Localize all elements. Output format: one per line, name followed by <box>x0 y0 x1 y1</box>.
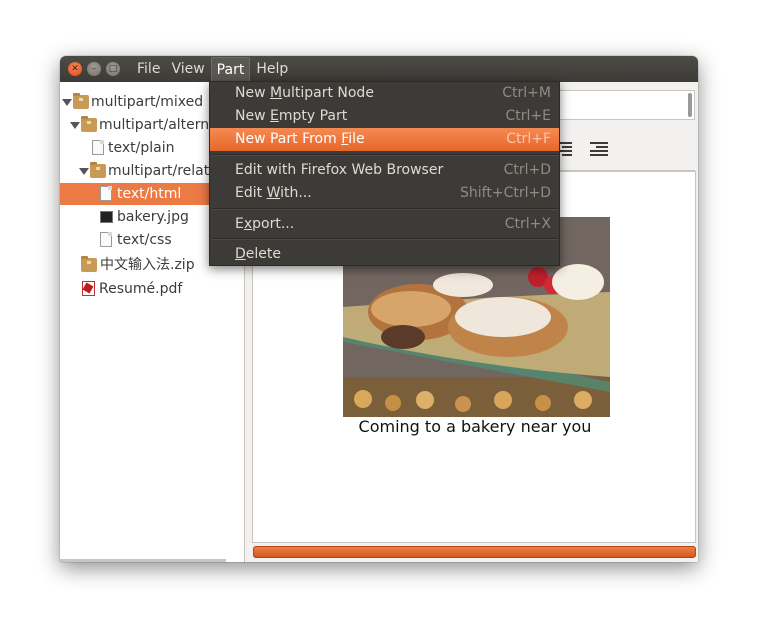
tree-item-label: multipart/altern <box>99 117 210 133</box>
menu-item-label: New Part From File <box>235 131 365 147</box>
maximize-window-button[interactable]: □ <box>106 62 120 76</box>
title-bar: ✕ – □ File View Part Help <box>60 56 698 82</box>
menu-item-label: Delete <box>235 246 281 262</box>
menu-separator <box>211 208 558 210</box>
tree-item-label: multipart/relat <box>108 163 210 179</box>
menu-item-new-multipart-node[interactable]: New Multipart Node Ctrl+M <box>210 82 559 105</box>
progress-bar <box>253 546 696 558</box>
menu-item-shortcut: Ctrl+E <box>505 108 552 124</box>
tree-item-label: text/plain <box>108 140 175 156</box>
menu-separator <box>211 154 558 156</box>
tree-item-label: bakery.jpg <box>117 209 189 225</box>
tree-item-label: 中文输入法.zip <box>100 257 195 273</box>
menu-separator <box>211 238 558 240</box>
tree-item[interactable]: Resumé.pdf <box>60 278 244 300</box>
header-scrollbar[interactable] <box>688 93 692 117</box>
tree-item-label: text/html <box>117 186 182 202</box>
pdf-file-icon <box>82 281 95 296</box>
image-caption: Coming to a bakery near you <box>358 417 592 436</box>
tree-item-label: text/css <box>117 232 172 248</box>
menu-item-label: Edit With... <box>235 185 312 201</box>
folder-icon <box>90 162 106 178</box>
tree-item-label: Resumé.pdf <box>99 281 183 297</box>
menu-item-shortcut: Ctrl+M <box>502 85 551 101</box>
menu-view[interactable]: View <box>166 56 209 82</box>
expander-triangle-icon[interactable] <box>70 122 80 129</box>
menu-part[interactable]: Part <box>210 57 251 82</box>
menu-item-shortcut: Ctrl+F <box>506 131 551 147</box>
menu-item-label: New Empty Part <box>235 108 348 124</box>
menu-item-edit-with[interactable]: Edit With... Shift+Ctrl+D <box>210 182 559 205</box>
image-file-icon <box>100 211 113 223</box>
justify-icon[interactable] <box>590 142 608 156</box>
menu-item-shortcut: Ctrl+X <box>504 216 551 232</box>
menu-item-new-empty-part[interactable]: New Empty Part Ctrl+E <box>210 105 559 128</box>
minimize-window-button[interactable]: – <box>87 62 101 76</box>
menu-item-label: Edit with Firefox Web Browser <box>235 162 444 178</box>
expander-triangle-icon[interactable] <box>62 99 72 106</box>
menu-item-shortcut: Ctrl+D <box>503 162 551 178</box>
menu-item-delete[interactable]: Delete <box>210 243 559 266</box>
menu-item-label: New Multipart Node <box>235 85 374 101</box>
menu-bar: File View Part Help <box>132 56 294 82</box>
menu-item-shortcut: Shift+Ctrl+D <box>460 185 551 201</box>
text-file-icon <box>92 140 104 155</box>
menu-item-export[interactable]: Export... Ctrl+X <box>210 213 559 236</box>
tree-horizontal-scrollbar[interactable] <box>60 559 226 562</box>
folder-icon <box>73 93 89 109</box>
folder-icon <box>81 256 97 272</box>
expander-triangle-icon[interactable] <box>79 168 89 175</box>
folder-icon <box>81 116 97 132</box>
menu-item-edit-with-firefox[interactable]: Edit with Firefox Web Browser Ctrl+D <box>210 159 559 182</box>
menu-file[interactable]: File <box>132 56 165 82</box>
text-file-icon <box>100 232 112 247</box>
tree-item-label: multipart/mixed <box>91 94 204 110</box>
menu-item-label: Export... <box>235 216 295 232</box>
close-window-button[interactable]: ✕ <box>68 62 82 76</box>
menu-help[interactable]: Help <box>251 56 293 82</box>
html-file-icon <box>100 186 112 201</box>
part-menu-dropdown: New Multipart Node Ctrl+M New Empty Part… <box>209 81 560 266</box>
menu-item-new-part-from-file[interactable]: New Part From File Ctrl+F <box>210 128 559 151</box>
